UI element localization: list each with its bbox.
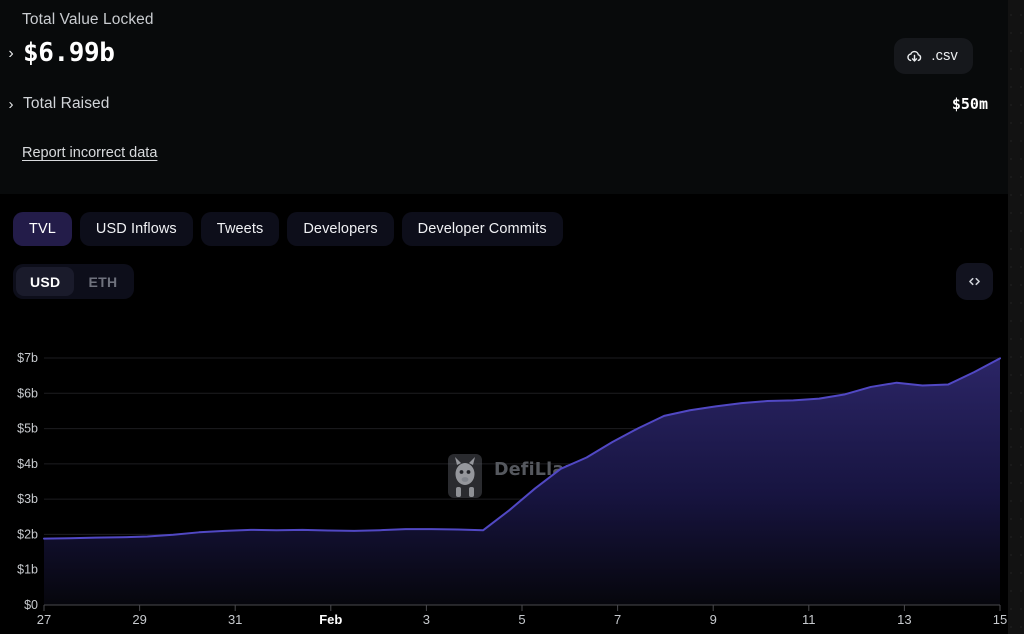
denomination-toggle: USD ETH xyxy=(13,264,135,299)
tab-tvl[interactable]: TVL xyxy=(13,212,72,246)
defillama-protocol-page: Total Value Locked › $6.99b › Total Rais… xyxy=(0,0,1024,634)
total-raised-value: $50m xyxy=(951,95,988,113)
x-axis-tick-label: 13 xyxy=(897,612,911,627)
cloud-download-icon xyxy=(906,48,923,65)
y-axis-tick-label: $0 xyxy=(24,598,38,612)
x-axis-tick-label: 31 xyxy=(228,612,242,627)
denomination-eth[interactable]: ETH xyxy=(74,267,131,296)
tab-tweets[interactable]: Tweets xyxy=(200,212,280,246)
chart-x-axis-labels: 27 29 31 Feb 3 5 7 9 11 13 15 xyxy=(37,612,1007,627)
chart-svg: $0$1b$2b$3b$4b$5b$6b$7b DefiLlama 27 29 … xyxy=(17,351,1007,627)
tab-developers[interactable]: Developers xyxy=(287,212,394,246)
embed-chart-button[interactable] xyxy=(956,263,993,300)
download-csv-button[interactable]: .csv xyxy=(894,38,973,74)
summary-card: Total Value Locked › $6.99b › Total Rais… xyxy=(0,0,1008,194)
x-axis-tick-label: 9 xyxy=(710,612,717,627)
chart-x-axis-ticks xyxy=(43,605,1001,611)
total-raised-row[interactable]: › Total Raised $50m xyxy=(6,95,990,113)
y-axis-tick-label: $1b xyxy=(17,563,38,577)
chart-area-fill xyxy=(44,358,1000,605)
x-axis-tick-label: 11 xyxy=(802,612,816,627)
x-axis-tick-label: 5 xyxy=(518,612,525,627)
y-axis-tick-label: $4b xyxy=(17,457,38,471)
x-axis-tick-label: 29 xyxy=(132,612,146,627)
chevron-right-icon[interactable]: › xyxy=(6,46,16,62)
x-axis-tick-label: 7 xyxy=(614,612,621,627)
chart-type-tabs: TVL USD Inflows Tweets Developers Develo… xyxy=(13,212,563,246)
tab-developer-commits[interactable]: Developer Commits xyxy=(401,212,563,246)
page-scrollbar[interactable] xyxy=(1008,0,1024,634)
x-axis-tick-label: 3 xyxy=(423,612,430,627)
report-incorrect-data-link[interactable]: Report incorrect data xyxy=(22,145,157,161)
tvl-value: $6.99b xyxy=(23,38,115,68)
total-raised-label: Total Raised xyxy=(23,95,110,112)
tvl-area-chart[interactable]: $0$1b$2b$3b$4b$5b$6b$7b DefiLlama xyxy=(0,326,1008,634)
x-axis-tick-label: 27 xyxy=(37,612,51,627)
chart-y-axis-labels: $0 $1b $2b $3b $4b $5b $6b $7b xyxy=(17,351,38,612)
tab-usd-inflows[interactable]: USD Inflows xyxy=(79,212,193,246)
download-csv-label: .csv xyxy=(931,48,958,64)
denomination-usd[interactable]: USD xyxy=(16,267,75,296)
tvl-value-row[interactable]: › $6.99b xyxy=(6,40,115,66)
tvl-label: Total Value Locked xyxy=(22,11,154,28)
y-axis-tick-label: $6b xyxy=(17,386,38,400)
code-brackets-icon xyxy=(966,273,983,290)
y-axis-tick-label: $7b xyxy=(17,351,38,365)
y-axis-tick-label: $2b xyxy=(17,527,38,541)
x-axis-tick-label: Feb xyxy=(319,612,342,627)
x-axis-tick-label: 15 xyxy=(993,612,1007,627)
y-axis-tick-label: $3b xyxy=(17,492,38,506)
chevron-right-icon[interactable]: › xyxy=(6,97,16,112)
y-axis-tick-label: $5b xyxy=(17,422,38,436)
scrollbar-texture xyxy=(1008,0,1024,634)
